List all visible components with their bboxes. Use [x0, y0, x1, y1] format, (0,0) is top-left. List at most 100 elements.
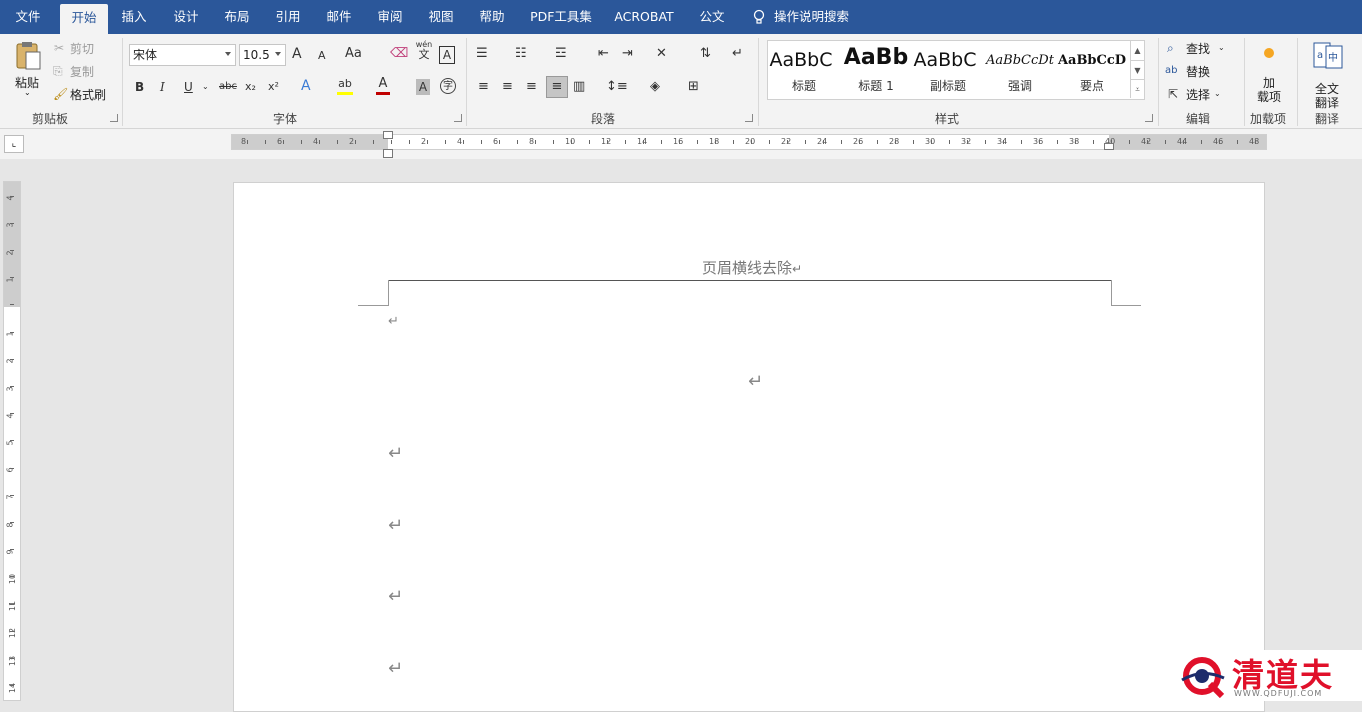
tab-insert[interactable]: 插入	[114, 0, 154, 34]
select-button[interactable]: 选择	[1186, 86, 1210, 103]
chevron-down-icon[interactable]: ⌄	[1218, 40, 1225, 56]
styles-dialog-launcher[interactable]	[1145, 114, 1153, 122]
character-border-button[interactable]: A	[439, 46, 455, 64]
paragraph-group-label: 段落	[591, 112, 616, 126]
chevron-down-icon[interactable]: ⌄	[1214, 86, 1221, 102]
align-right-icon[interactable]: ≡	[526, 79, 537, 95]
ruler-tick	[10, 331, 14, 333]
tab-official-doc[interactable]: 公文	[692, 0, 732, 34]
subscript-button[interactable]: x₂	[245, 79, 256, 95]
bullets-icon[interactable]: ☰	[476, 46, 488, 62]
text-effects-icon[interactable]: A	[301, 78, 311, 94]
tab-home[interactable]: 开始	[60, 4, 108, 34]
group-separator	[1158, 38, 1159, 126]
ruler-tick	[571, 140, 572, 144]
ruler-tick	[445, 140, 446, 144]
ruler-tick	[391, 140, 392, 144]
phonetic-guide-button[interactable]: wén 文	[415, 40, 433, 61]
format-painter-button[interactable]: 格式刷	[70, 86, 106, 103]
right-indent-marker[interactable]	[1104, 143, 1114, 150]
shrink-font-button[interactable]: A	[318, 48, 326, 64]
superscript-button[interactable]: x²	[268, 79, 279, 95]
find-button[interactable]: 查找	[1186, 40, 1210, 57]
tell-me-search[interactable]: 操作说明搜索	[774, 0, 858, 34]
font-color-icon[interactable]: A	[376, 76, 390, 95]
translate-button[interactable]: a中 全文 翻译	[1308, 40, 1348, 110]
sort-icon[interactable]: ⇅	[700, 46, 711, 62]
paragraph-mark: ↵	[388, 443, 404, 464]
copy-button[interactable]: 复制	[70, 63, 94, 80]
grow-font-button[interactable]: A	[292, 46, 302, 62]
bold-button[interactable]: B	[135, 79, 144, 95]
align-left-icon[interactable]: ≡	[478, 79, 489, 95]
character-shading-icon[interactable]: A	[416, 79, 430, 95]
ruler-tick	[859, 140, 860, 144]
group-separator	[466, 38, 467, 126]
borders-icon[interactable]: ⊞	[688, 79, 699, 95]
show-marks-icon[interactable]: ↵	[732, 46, 743, 62]
decrease-indent-icon[interactable]: ⇤	[598, 46, 609, 62]
justify-icon[interactable]: ≡	[546, 76, 568, 98]
addins-button[interactable]: 加 载项	[1252, 40, 1288, 104]
style-subtitle[interactable]: AaBbC 副标题	[912, 41, 984, 99]
font-size-value: 10.5	[243, 48, 270, 62]
highlight-icon[interactable]: ab	[337, 76, 353, 95]
crop-mark	[388, 280, 389, 306]
paste-button[interactable]: 粘贴 ⌄	[10, 40, 46, 102]
multilevel-list-icon[interactable]: ☲	[555, 46, 567, 62]
font-size-select[interactable]: 10.5	[239, 44, 286, 66]
ruler-tick	[10, 467, 14, 469]
crop-mark	[358, 305, 388, 306]
clipboard-dialog-launcher[interactable]	[110, 114, 118, 122]
tab-acrobat[interactable]: ACROBAT	[610, 0, 678, 34]
italic-button[interactable]: I	[160, 79, 165, 95]
chevron-down-icon[interactable]: ⌄	[24, 88, 31, 97]
style-sample: AaBbCcDt	[986, 53, 1054, 68]
chinese-layout-icon[interactable]: ✕	[656, 46, 667, 62]
tab-references[interactable]: 引用	[268, 0, 308, 34]
tab-file[interactable]: 文件	[6, 0, 50, 34]
replace-button[interactable]: 替换	[1186, 63, 1210, 80]
shading-icon[interactable]: ◈	[650, 79, 660, 95]
document-page[interactable]: 页眉横线去除↵ ↵ ↵ ↵ ↵ ↵ ↵	[233, 182, 1265, 712]
tab-help[interactable]: 帮助	[472, 0, 512, 34]
styles-scroll-up[interactable]: ▲	[1130, 41, 1144, 60]
vertical-ruler[interactable]: 4 3 2 1 1 2 3 4 5 6 7 8 9 10 11 12 13 14	[3, 181, 21, 701]
tab-view[interactable]: 视图	[421, 0, 461, 34]
tab-pdf-tools[interactable]: PDF工具集	[526, 0, 596, 34]
cut-button[interactable]: 剪切	[70, 40, 94, 57]
tab-layout[interactable]: 布局	[217, 0, 257, 34]
underline-button[interactable]: U	[184, 79, 193, 95]
horizontal-ruler[interactable]: 8642246810121416182022242628303234363840…	[231, 131, 1267, 158]
font-dialog-launcher[interactable]	[454, 114, 462, 122]
style-sample: AaBbCcD	[1057, 53, 1127, 68]
style-strong[interactable]: AaBbCcD 要点	[1056, 41, 1128, 99]
style-emphasis[interactable]: AaBbCcDt 强调	[984, 41, 1056, 99]
font-name-select[interactable]: 宋体	[129, 44, 236, 66]
paragraph-dialog-launcher[interactable]	[745, 114, 753, 122]
style-title[interactable]: AaBbC 标题	[768, 41, 840, 99]
tab-review[interactable]: 审阅	[370, 0, 410, 34]
change-case-button[interactable]: Aa	[345, 46, 362, 62]
distributed-icon[interactable]: ▥	[573, 79, 585, 95]
tab-design[interactable]: 设计	[166, 0, 206, 34]
strikethrough-button[interactable]: abc	[219, 79, 237, 95]
tab-mailings[interactable]: 邮件	[319, 0, 359, 34]
left-indent-marker[interactable]	[383, 149, 393, 158]
style-heading-1[interactable]: AaBb 标题 1	[840, 41, 912, 99]
align-center-icon[interactable]: ≡	[502, 79, 513, 95]
numbering-icon[interactable]: ☷	[515, 46, 527, 62]
enclose-characters-icon[interactable]: 字	[440, 78, 456, 94]
tab-selector[interactable]: ⌞	[4, 135, 24, 153]
styles-more[interactable]: ⩡	[1130, 79, 1144, 98]
ruler-tick	[1129, 140, 1130, 144]
first-line-indent-marker[interactable]	[383, 131, 393, 139]
styles-scroll-down[interactable]: ▼	[1130, 60, 1144, 79]
header-text[interactable]: 页眉横线去除↵	[702, 257, 802, 278]
line-spacing-icon[interactable]: ↕≡	[606, 79, 628, 95]
increase-indent-icon[interactable]: ⇥	[622, 46, 633, 62]
clear-format-icon[interactable]: ⌫	[390, 46, 408, 62]
ruler-tick	[1093, 140, 1094, 144]
chevron-down-icon[interactable]: ⌄	[202, 79, 209, 95]
ribbon-tab-bar: 文件 开始 插入 设计 布局 引用 邮件 审阅 视图 帮助 PDF工具集 ACR…	[0, 0, 1362, 34]
